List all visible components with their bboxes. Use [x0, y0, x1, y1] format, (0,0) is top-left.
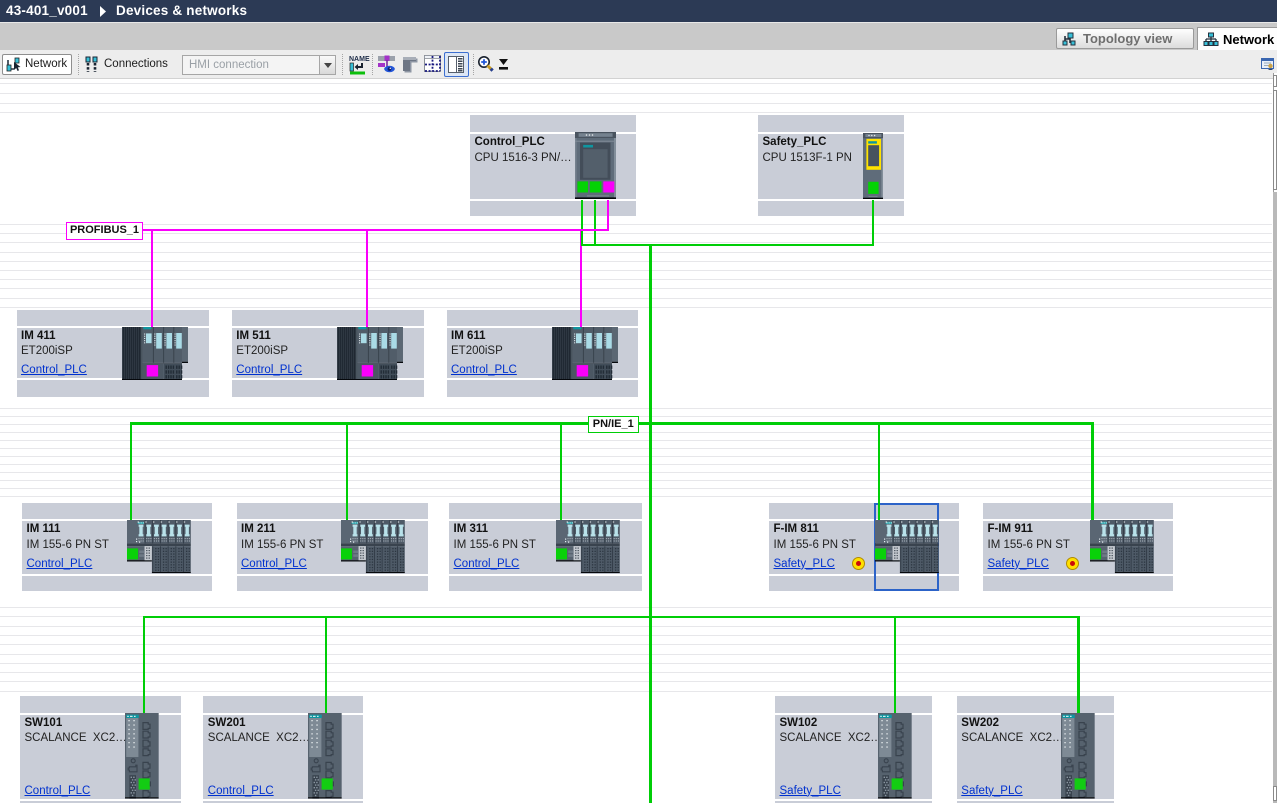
- svg-text:NAME: NAME: [349, 56, 370, 63]
